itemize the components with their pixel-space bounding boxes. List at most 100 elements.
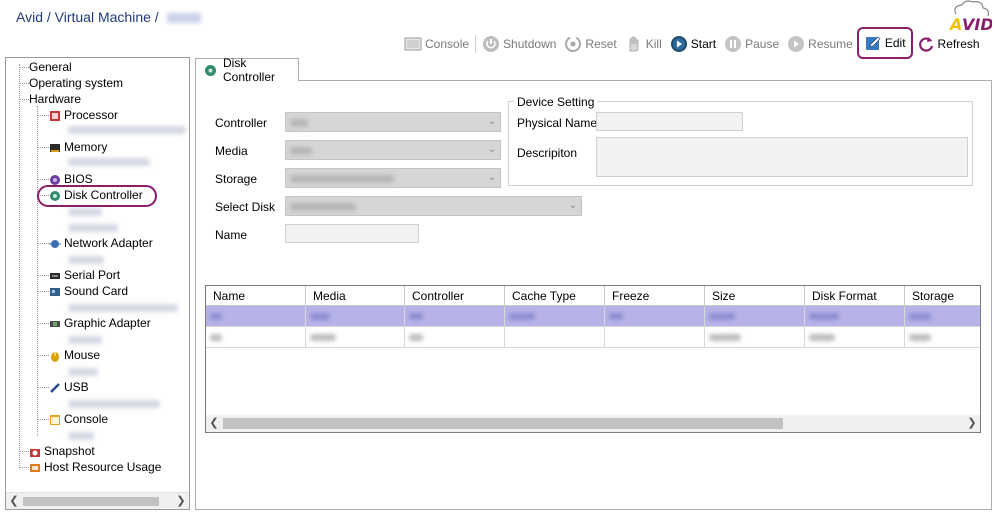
console-button[interactable]: Console — [400, 32, 473, 56]
pause-button[interactable]: Pause — [720, 32, 783, 56]
chevron-down-icon: ⌄ — [487, 172, 496, 183]
tree-item-graphic-adapter[interactable]: Graphic Adapter — [49, 316, 151, 331]
refresh-button[interactable]: Refresh — [913, 32, 984, 56]
select-disk-label: Select Disk — [215, 200, 276, 214]
description-textarea[interactable] — [596, 137, 968, 177]
play-icon — [670, 35, 688, 53]
shutdown-button[interactable]: Shutdown — [478, 32, 560, 56]
column-header-disk-format[interactable]: Disk Format — [805, 286, 905, 306]
selection-highlight — [37, 185, 157, 207]
graphic-adapter-icon — [49, 318, 61, 330]
scroll-right-icon[interactable]: ❯ — [964, 416, 980, 431]
resume-label: Resume — [808, 37, 853, 51]
toolbar-divider — [475, 35, 477, 53]
refresh-label: Refresh — [937, 37, 980, 51]
reset-label: Reset — [585, 37, 617, 51]
column-header-storage[interactable]: Storage — [905, 286, 980, 306]
breadcrumb-vm-name[interactable] — [166, 13, 201, 24]
storage-label: Storage — [215, 172, 258, 186]
tree-item-memory[interactable]: Memory — [49, 140, 107, 155]
device-setting-title: Device Setting — [514, 95, 598, 109]
resume-button[interactable]: Resume — [783, 32, 857, 56]
console-label: Console — [425, 37, 470, 51]
media-select[interactable]: ⌄ — [285, 140, 501, 160]
memory-icon — [49, 142, 61, 154]
scrollbar-thumb[interactable] — [23, 497, 159, 506]
host-resource-icon — [29, 462, 41, 474]
sound-card-icon — [49, 286, 61, 298]
tree-item-network-adapter[interactable]: Network Adapter — [49, 236, 153, 251]
tree-item-serial-port[interactable]: Serial Port — [49, 268, 120, 283]
table-horizontal-scrollbar[interactable]: ❮ ❯ — [206, 415, 980, 432]
controller-select[interactable]: ⌄ — [285, 112, 501, 132]
tree-item-host-resource-label: Host Resource Usage — [44, 460, 162, 474]
column-header-media[interactable]: Media — [306, 286, 405, 306]
description-label: Descripiton — [517, 146, 578, 160]
tree-item-network-adapter-label: Network Adapter — [64, 236, 153, 250]
toolbar: Console Shutdown Reset Kill Start Pause — [400, 27, 984, 59]
hand-icon — [625, 35, 643, 53]
column-header-freeze[interactable]: Freeze — [605, 286, 705, 306]
console-icon — [404, 35, 422, 53]
select-disk-select[interactable]: ⌄ — [285, 196, 582, 216]
tree-item-processor-label: Processor — [64, 108, 119, 122]
resume-icon — [787, 35, 805, 53]
pause-icon — [724, 35, 742, 53]
tree-item-os-label: Operating system — [29, 76, 124, 90]
scroll-right-icon[interactable]: ❯ — [173, 494, 189, 509]
start-button[interactable]: Start — [666, 32, 720, 56]
disk-table[interactable]: Name Media Controller Cache Type Freeze … — [205, 285, 981, 433]
name-label: Name — [215, 228, 248, 242]
settings-tree[interactable]: General Operating system Hardware Proces… — [5, 57, 190, 510]
chevron-down-icon: ⌄ — [568, 200, 577, 211]
tree-item-sound-card[interactable]: Sound Card — [49, 284, 128, 299]
chevron-down-icon: ⌄ — [487, 144, 496, 155]
tree-item-general[interactable]: General — [29, 60, 72, 75]
storage-select[interactable]: ⌄ — [285, 168, 501, 188]
tree-item-serial-port-label: Serial Port — [64, 268, 121, 282]
usb-icon — [49, 382, 61, 394]
tree-item-processor[interactable]: Processor — [49, 108, 118, 123]
reset-icon — [564, 35, 582, 53]
physical-name-label: Physical Name — [517, 116, 598, 130]
tree-item-graphic-adapter-label: Graphic Adapter — [64, 316, 151, 330]
camera-icon — [29, 446, 41, 458]
console-icon — [49, 414, 61, 426]
tree-item-hardware[interactable]: Hardware — [29, 92, 81, 107]
scroll-left-icon[interactable]: ❮ — [206, 416, 222, 431]
tab-disk-controller[interactable]: Disk Controller — [195, 56, 299, 84]
tree-item-operating-system[interactable]: Operating system — [29, 76, 123, 91]
scrollbar-thumb[interactable] — [223, 418, 783, 429]
breadcrumb: Avid / Virtual Machine / — [16, 9, 201, 25]
breadcrumb-path[interactable]: Avid / Virtual Machine / — [16, 9, 163, 25]
tree-item-general-label: General — [29, 60, 72, 74]
tree-item-console[interactable]: Console — [49, 412, 108, 427]
edit-button[interactable]: Edit — [856, 27, 913, 59]
shutdown-label: Shutdown — [503, 37, 557, 51]
tree-item-usb-label: USB — [64, 380, 89, 394]
tree-item-mouse[interactable]: Mouse — [49, 348, 100, 363]
bios-icon — [49, 174, 61, 186]
column-header-size[interactable]: Size — [705, 286, 805, 306]
edit-icon — [864, 34, 882, 52]
edit-label: Edit — [884, 36, 906, 50]
name-input[interactable] — [285, 224, 419, 243]
tree-horizontal-scrollbar[interactable]: ❮ ❯ — [6, 492, 189, 509]
kill-button[interactable]: Kill — [621, 32, 666, 56]
tree-item-hardware-label: Hardware — [29, 92, 82, 106]
column-header-cache-type[interactable]: Cache Type — [505, 286, 605, 306]
tree-item-memory-label: Memory — [64, 140, 108, 154]
physical-name-input[interactable] — [596, 112, 743, 131]
controller-label: Controller — [215, 116, 268, 130]
scroll-left-icon[interactable]: ❮ — [6, 494, 22, 509]
column-header-controller[interactable]: Controller — [405, 286, 505, 306]
tree-item-usb[interactable]: USB — [49, 380, 89, 395]
reset-button[interactable]: Reset — [560, 32, 620, 56]
kill-label: Kill — [645, 37, 662, 51]
tree-item-host-resource-usage[interactable]: Host Resource Usage — [29, 460, 161, 475]
tree-item-snapshot-label: Snapshot — [44, 444, 95, 458]
column-header-name[interactable]: Name — [206, 286, 306, 306]
tree-item-snapshot[interactable]: Snapshot — [29, 444, 95, 459]
tree-item-console-label: Console — [64, 412, 109, 426]
cpu-icon — [49, 110, 61, 122]
